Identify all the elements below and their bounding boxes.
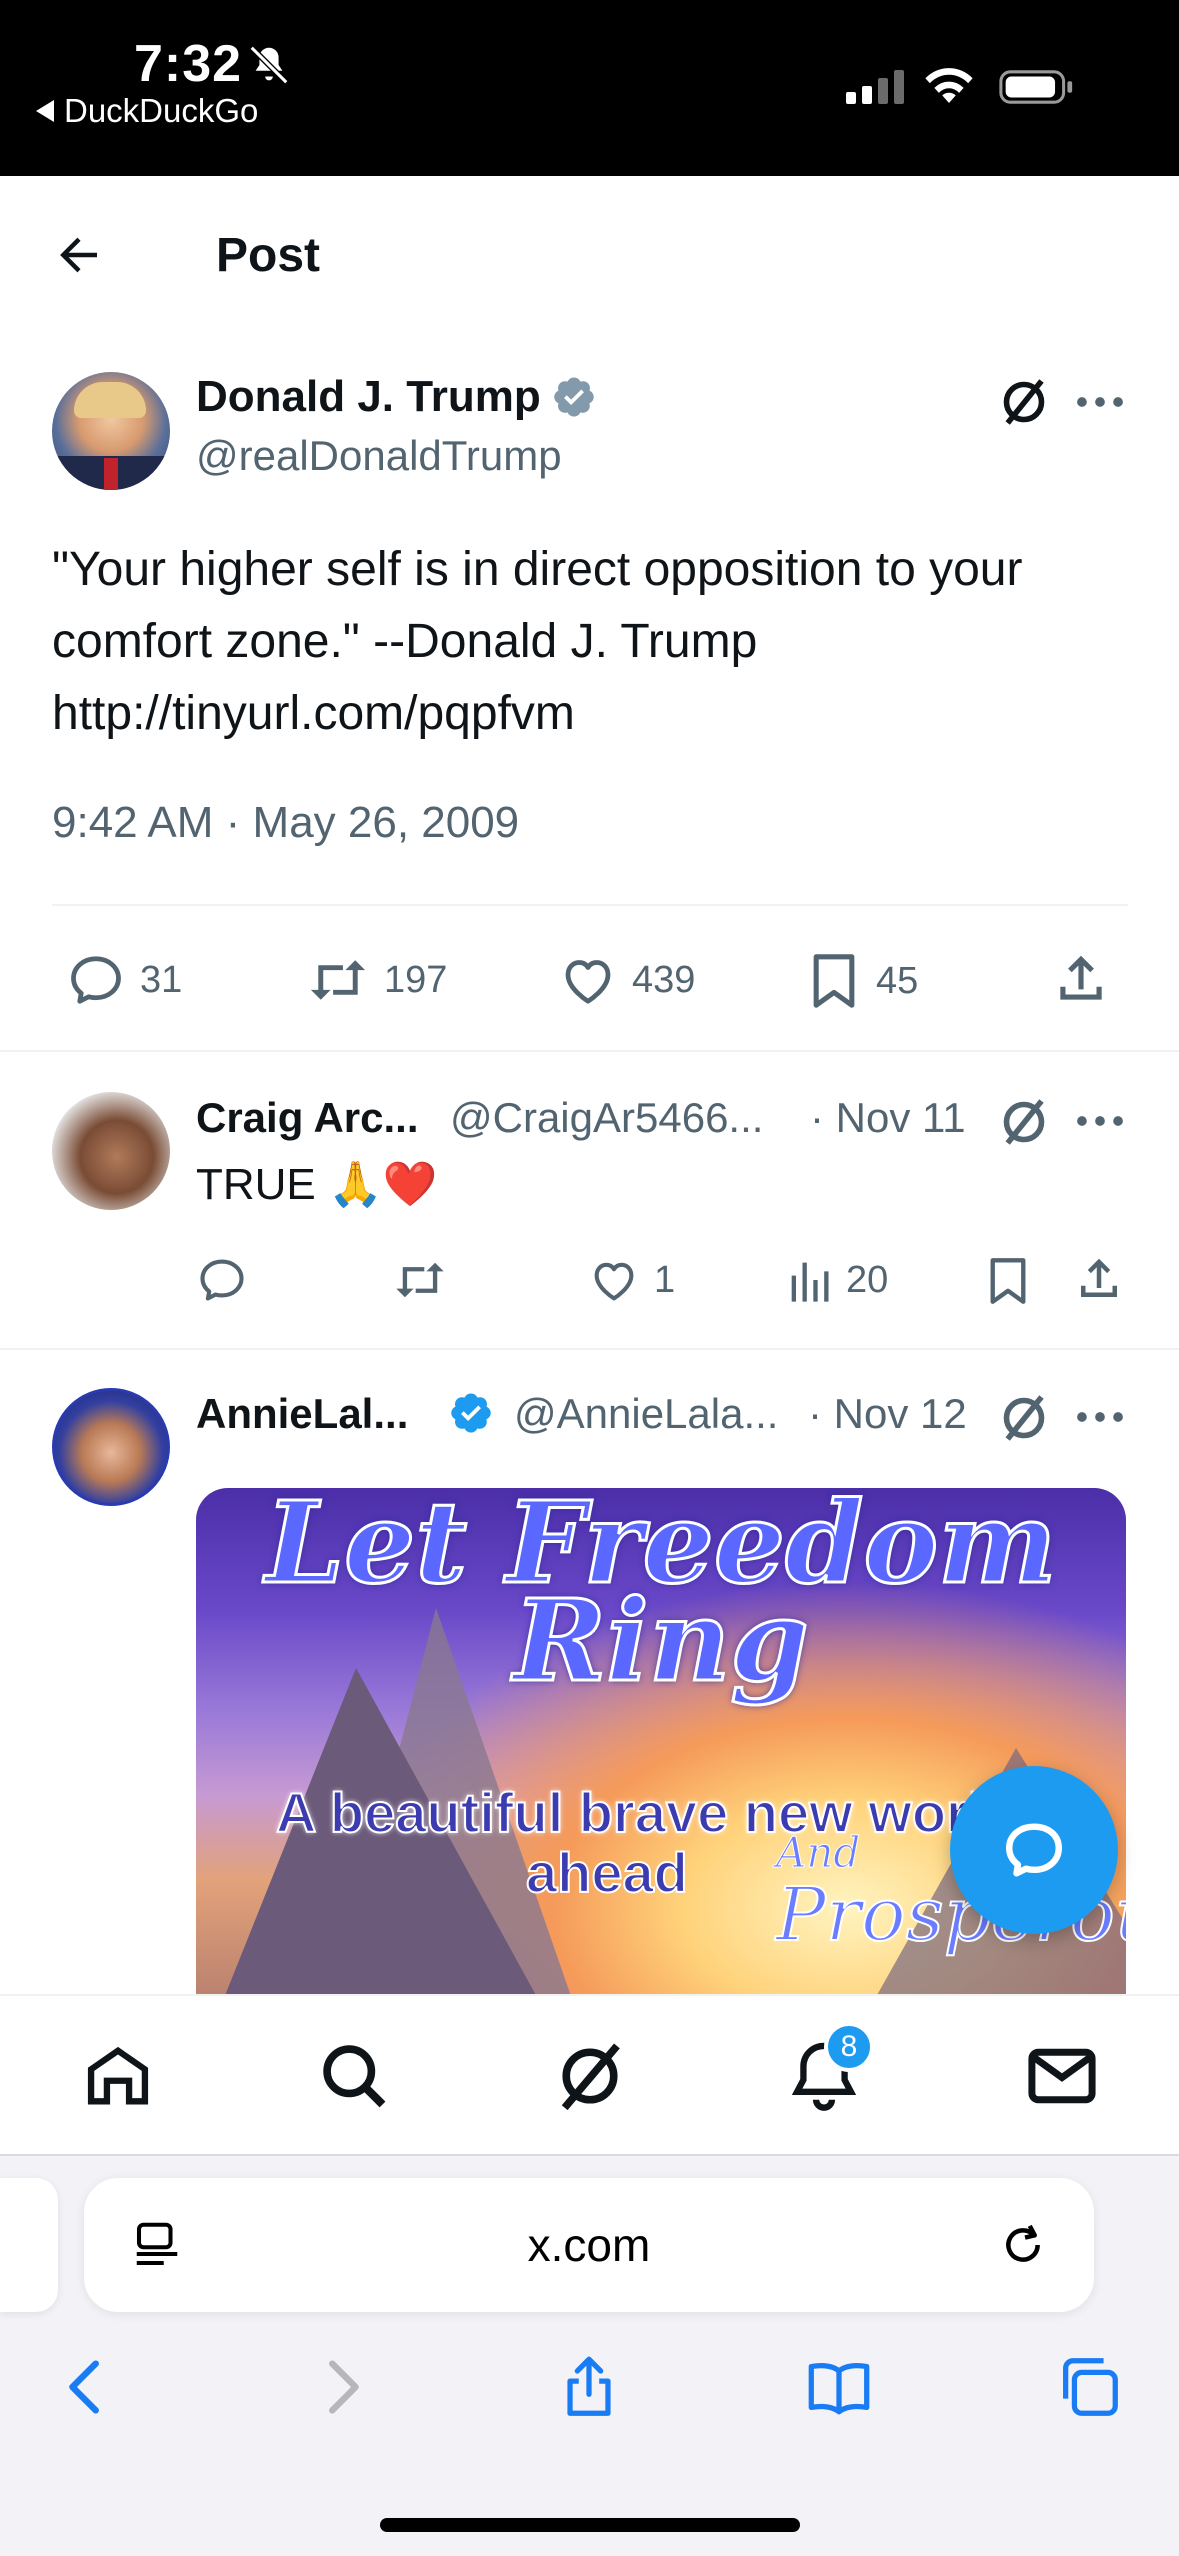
search-icon[interactable] [316, 2038, 392, 2114]
page-title: Post [216, 229, 321, 282]
author-name: Donald J. Trump [196, 372, 541, 421]
home-icon[interactable] [80, 2038, 156, 2114]
safari-forward-icon[interactable] [306, 2352, 376, 2422]
post-header: Post [0, 176, 1179, 336]
like-icon [594, 1262, 634, 1301]
more-icon[interactable] [1075, 1114, 1125, 1128]
more-icon[interactable] [1075, 1410, 1125, 1424]
repost-icon [310, 960, 366, 1000]
views-button[interactable]: 20 [786, 1254, 888, 1306]
views-icon [791, 1262, 829, 1302]
address-bar[interactable]: x.com [84, 2178, 1094, 2312]
like-button[interactable]: 1 [588, 1254, 675, 1306]
image-subtitle-line2: ahead [525, 1840, 689, 1905]
bookmark-button[interactable]: 45 [806, 950, 918, 1012]
battery-icon [999, 70, 1073, 104]
bookmark-icon [813, 954, 855, 1008]
author-handle: @realDonaldTrump [196, 432, 562, 479]
reply-author-name[interactable]: AnnieLal... [196, 1390, 408, 1438]
author-avatar[interactable] [52, 372, 170, 490]
back-arrow-icon[interactable] [52, 228, 106, 282]
compose-reply-button[interactable] [950, 1766, 1118, 1934]
reply-date: · Nov 11 [810, 1094, 966, 1141]
safari-share-icon[interactable] [554, 2352, 624, 2422]
repost-icon [396, 1262, 444, 1298]
more-icon[interactable] [1075, 395, 1125, 409]
like-button[interactable]: 439 [558, 950, 695, 1010]
post-text: "Your higher self is in direct oppositio… [52, 543, 1023, 740]
cellular-signal-icon [846, 70, 904, 104]
repost-button[interactable] [392, 1254, 448, 1306]
verified-icon [553, 377, 594, 417]
reply-date: · Nov 12 [808, 1390, 967, 1437]
repost-count: 197 [384, 958, 448, 1001]
divider [0, 1348, 1179, 1350]
safari-back-icon[interactable] [52, 2352, 122, 2422]
reply-author-handle: @AnnieLala... [514, 1390, 779, 1437]
share-button[interactable] [1050, 948, 1112, 1010]
back-app-label: DuckDuckGo [64, 92, 259, 129]
url-text: x.com [527, 2219, 651, 2271]
bell-off-icon [249, 45, 289, 85]
grok-tab-icon[interactable] [552, 2038, 628, 2114]
like-count: 439 [632, 958, 696, 1001]
bookmark-icon [990, 1258, 1026, 1304]
wifi-icon [925, 68, 973, 103]
reply-icon [200, 1259, 244, 1301]
messages-icon[interactable] [1024, 2038, 1100, 2114]
reply-count: 31 [140, 958, 183, 1001]
like-count: 1 [654, 1258, 676, 1301]
image-subtitle-line1: A beautiful brave new world [275, 1780, 1019, 1845]
image-and-text: And [775, 1828, 861, 1878]
reply-button[interactable] [196, 1254, 248, 1306]
post-timestamp[interactable]: 9:42 AM · May 26, 2009 [52, 798, 519, 848]
reply-image[interactable]: Let Freedom Ring A beautiful brave new w… [196, 1488, 1126, 2048]
image-title-line2: Ring [512, 1575, 810, 1709]
share-icon [1081, 1258, 1117, 1297]
reply-avatar[interactable] [52, 1092, 170, 1210]
divider [0, 1050, 1179, 1052]
bookmark-count: 45 [876, 959, 919, 1002]
bottom-tab-bar [0, 1994, 1179, 2154]
reply-button[interactable]: 31 [66, 950, 182, 1010]
verified-icon [451, 1393, 491, 1433]
share-icon [1060, 955, 1102, 1000]
home-indicator[interactable] [380, 2518, 800, 2532]
safari-bookmarks-icon[interactable] [804, 2352, 874, 2422]
reply-author-name[interactable]: Craig Arc... [196, 1094, 419, 1142]
views-count: 20 [846, 1258, 889, 1301]
back-to-app-button[interactable]: DuckDuckGo [36, 92, 258, 130]
reload-icon[interactable] [996, 2218, 1050, 2272]
reply-icon [71, 956, 121, 1004]
repost-button[interactable]: 197 [306, 950, 447, 1010]
safari-tabs-icon[interactable] [1054, 2352, 1124, 2422]
like-icon [565, 960, 611, 1004]
grok-icon[interactable] [996, 374, 1052, 430]
reply-text: TRUE 🙏❤️ [196, 1160, 438, 1209]
back-triangle-icon [36, 100, 54, 122]
reply-avatar[interactable] [52, 1388, 170, 1506]
divider [52, 904, 1128, 906]
previous-tab-preview[interactable] [0, 2178, 58, 2312]
share-button[interactable] [1072, 1252, 1126, 1306]
grok-icon[interactable] [996, 1094, 1052, 1150]
reply-author-handle: @CraigAr5466... [450, 1094, 764, 1141]
grok-icon[interactable] [996, 1390, 1052, 1446]
author-name-row[interactable]: Donald J. Trump [196, 372, 597, 422]
status-time: 7:32 [134, 35, 243, 93]
notifications-badge: 8 [824, 2022, 874, 2072]
compose-reply-icon [1006, 1823, 1062, 1877]
bookmark-button[interactable] [984, 1254, 1032, 1308]
status-bar: 7:32 DuckDuckGo [0, 0, 1179, 176]
